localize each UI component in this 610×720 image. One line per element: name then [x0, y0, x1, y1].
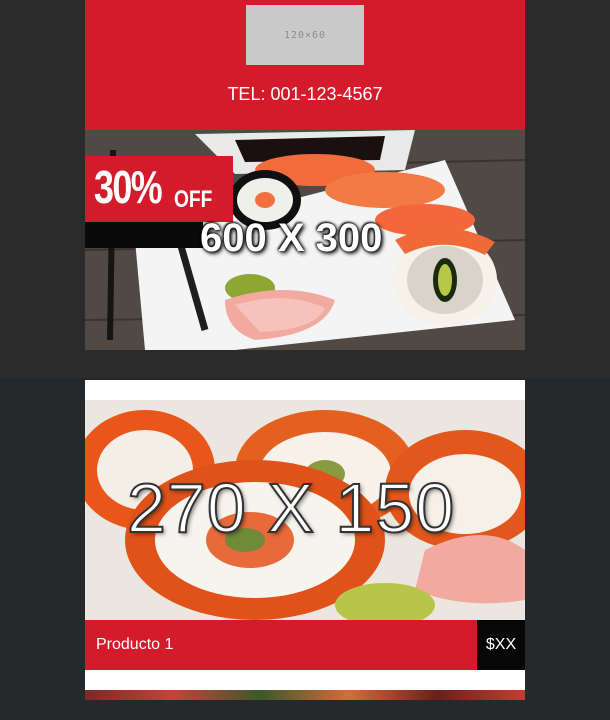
logo-placeholder[interactable]: 120×60 — [246, 5, 364, 65]
header: 120×60 TEL: 001-123-4567 — [85, 0, 525, 130]
next-product-card[interactable] — [85, 670, 525, 700]
product-footer: Producto 1 $XX — [85, 620, 525, 670]
email-column: 120×60 TEL: 001-123-4567 30% OFF 600 X 3… — [85, 0, 525, 700]
discount-percent: 30% — [94, 161, 163, 213]
hero-size-placeholder: 600 X 300 — [200, 216, 383, 260]
discount-underline-bar — [85, 222, 203, 248]
next-product-image[interactable] — [85, 690, 525, 700]
product-image[interactable]: 270 X 150 — [85, 400, 525, 620]
phone-number[interactable]: TEL: 001-123-4567 — [85, 84, 525, 105]
discount-off-label: OFF — [174, 186, 213, 213]
product-size-placeholder: 270 X 150 — [126, 468, 456, 548]
discount-badge: 30% OFF — [85, 156, 233, 222]
product-name[interactable]: Producto 1 — [96, 636, 173, 654]
product-card[interactable]: 270 X 150 Producto 1 $XX — [85, 380, 525, 670]
product-price[interactable]: $XX — [477, 620, 525, 670]
hero-banner[interactable]: 30% OFF 600 X 300 — [85, 130, 525, 350]
